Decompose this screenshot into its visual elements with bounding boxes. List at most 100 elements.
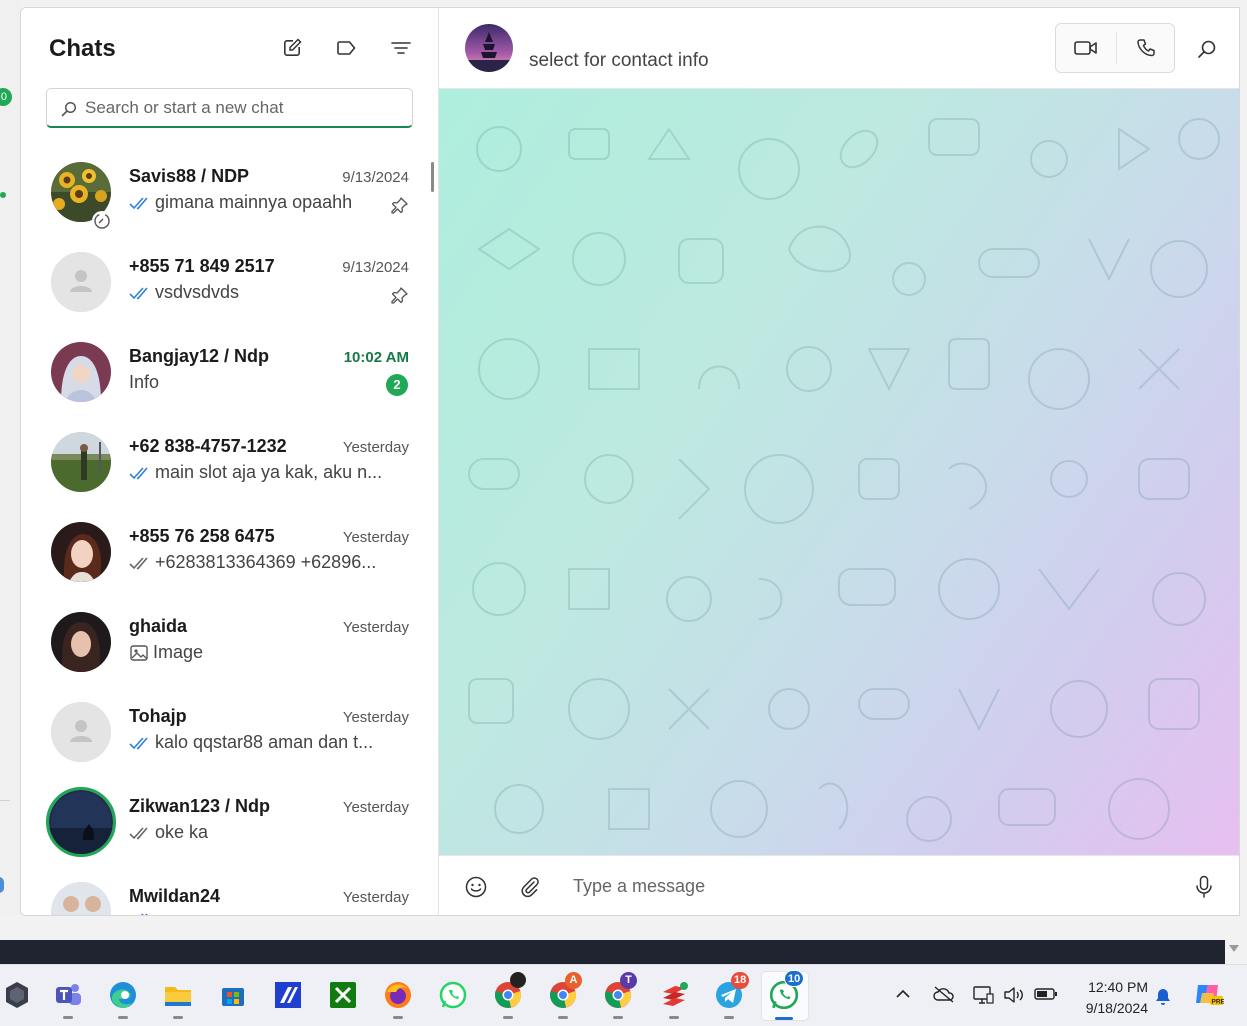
chat-time: Yesterday — [342, 709, 409, 726]
chrome-profile-a-icon[interactable]: A — [546, 972, 582, 1019]
contact-avatar[interactable] — [465, 24, 513, 72]
message-input[interactable] — [573, 874, 1153, 898]
search-box[interactable] — [46, 88, 413, 128]
doodle-pattern — [468, 118, 1220, 842]
chat-preview: kalo qqstar88 aman dan t... — [129, 732, 397, 753]
avatar — [51, 522, 111, 582]
network-icon[interactable] — [972, 985, 994, 1010]
delivered-ticks-icon — [129, 556, 148, 569]
chat-time: Yesterday — [342, 529, 409, 546]
call-button-group — [1055, 23, 1175, 73]
emoji-icon[interactable] — [463, 874, 489, 900]
avatar — [51, 342, 111, 402]
show-hidden-icons-chevron-icon[interactable] — [894, 985, 912, 1008]
status-ring-icon — [92, 211, 112, 231]
whatsapp-active-icon[interactable]: 10 — [767, 970, 805, 1020]
avatar — [51, 882, 111, 915]
attach-icon[interactable] — [517, 874, 543, 900]
chat-row-savis88[interactable]: Savis88 / NDP 9/13/2024 gimana mainnya o… — [21, 148, 439, 238]
new-chat-icon[interactable] — [280, 36, 304, 60]
chat-name: Mwildan24 — [129, 886, 221, 906]
chat-time: Yesterday — [342, 439, 409, 456]
chat-row-855-76[interactable]: +855 76 258 6475 Yesterday +628381336436… — [21, 508, 439, 598]
contact-info-label[interactable]: select for contact info — [529, 50, 709, 72]
edge-icon[interactable] — [106, 978, 140, 1019]
avatar — [51, 612, 111, 672]
chat-row-ghaida[interactable]: ghaida Yesterday Image — [21, 598, 439, 688]
clock-time: 12:40 PM — [1088, 979, 1148, 995]
teams-icon[interactable] — [51, 978, 85, 1019]
telegram-icon[interactable]: 18 — [712, 972, 750, 1019]
filter-icon[interactable] — [389, 36, 413, 60]
copilot-icon[interactable]: PRE — [1192, 979, 1226, 1014]
chat-name: Tohajp — [129, 706, 187, 726]
read-ticks-icon — [141, 913, 148, 915]
chat-name: Zikwan123 / Ndp — [129, 796, 271, 816]
chat-message: gimana mainnya opaahh — [155, 192, 353, 212]
unread-badge: 2 — [386, 374, 408, 396]
svg-text:PRE: PRE — [1212, 999, 1225, 1006]
chat-sidebar: Chats Savis88 — [21, 8, 439, 915]
volume-icon[interactable] — [1003, 985, 1025, 1010]
search-input[interactable] — [85, 97, 395, 119]
chat-row-62-838[interactable]: +62 838-4757-1232 Yesterday main slot aj… — [21, 418, 439, 508]
whatsapp-window: Chats Savis88 — [20, 7, 1240, 916]
chrome-badge-2: T — [620, 972, 637, 989]
obs-icon[interactable] — [0, 978, 34, 1012]
chat-message: Image — [153, 642, 204, 662]
chat-row-mwildan24[interactable]: Mwildan24 Yesterday — [21, 868, 439, 915]
notification-bell-icon[interactable] — [1153, 987, 1173, 1012]
chat-time: Yesterday — [342, 889, 409, 906]
scroll-down-arrow-icon[interactable] — [1227, 941, 1241, 955]
search-icon — [61, 101, 77, 117]
file-explorer-icon[interactable] — [161, 978, 195, 1019]
onedrive-offline-icon[interactable] — [932, 985, 956, 1008]
chat-name: ghaida — [129, 616, 188, 636]
running-indicator — [173, 1016, 183, 1019]
chrome-badge: A — [565, 972, 582, 989]
pin-icon — [391, 197, 408, 214]
clock-date: 9/18/2024 — [1085, 1000, 1148, 1016]
xbox-icon[interactable] — [326, 978, 360, 1012]
chrome-profile-avatar — [510, 972, 526, 988]
chat-name: Savis88 / NDP — [129, 166, 250, 186]
call-divider — [1116, 32, 1117, 64]
whatsapp-icon[interactable] — [436, 978, 470, 1012]
microphone-icon[interactable] — [1191, 874, 1217, 900]
running-indicator — [613, 1016, 623, 1019]
app-icon[interactable] — [271, 978, 305, 1012]
conversation-header[interactable]: select for contact info — [439, 8, 1239, 89]
chat-row-855-71[interactable]: +855 71 849 2517 9/13/2024 vsdvsdvds — [21, 238, 439, 328]
chat-preview: +6283813364369 +62896... — [129, 552, 397, 573]
chat-list-scrollbar[interactable] — [431, 162, 434, 192]
voice-call-icon[interactable] — [1128, 36, 1164, 60]
chat-row-zikwan123[interactable]: Zikwan123 / Ndp Yesterday oke ka — [21, 778, 439, 868]
chat-row-bangjay12[interactable]: Bangjay12 / Ndp 10:02 AM Info 2 — [21, 328, 439, 418]
search-in-chat-icon[interactable] — [1195, 37, 1219, 61]
running-indicator — [669, 1016, 679, 1019]
chat-message: main slot aja ya kak, aku n... — [155, 462, 383, 482]
anydesk-icon[interactable] — [657, 978, 691, 1019]
running-indicator — [724, 1016, 734, 1019]
firefox-icon[interactable] — [381, 978, 415, 1019]
message-composer — [439, 855, 1239, 915]
read-ticks-icon — [129, 736, 148, 749]
chat-preview: Info — [129, 372, 397, 393]
video-call-icon[interactable] — [1068, 36, 1104, 60]
chat-row-tohajp[interactable]: Tohajp Yesterday kalo qqstar88 aman dan … — [21, 688, 439, 778]
active-indicator — [775, 1017, 793, 1020]
avatar — [51, 432, 111, 492]
chat-time: 10:02 AM — [343, 349, 409, 366]
battery-icon[interactable] — [1034, 985, 1058, 1008]
pin-icon — [391, 287, 408, 304]
background-dot — [0, 192, 6, 198]
chrome-profile-t-icon[interactable]: T — [601, 972, 637, 1019]
default-avatar-icon — [51, 252, 111, 312]
conversation-pane: select for contact info — [439, 8, 1239, 915]
label-icon[interactable] — [334, 36, 358, 60]
chrome-icon[interactable] — [491, 972, 526, 1019]
system-clock[interactable]: 12:40 PM 9/18/2024 — [1068, 977, 1148, 1019]
microsoft-store-icon[interactable] — [216, 978, 250, 1012]
read-ticks-icon — [129, 196, 148, 209]
chat-preview: gimana mainnya opaahh — [129, 192, 397, 213]
